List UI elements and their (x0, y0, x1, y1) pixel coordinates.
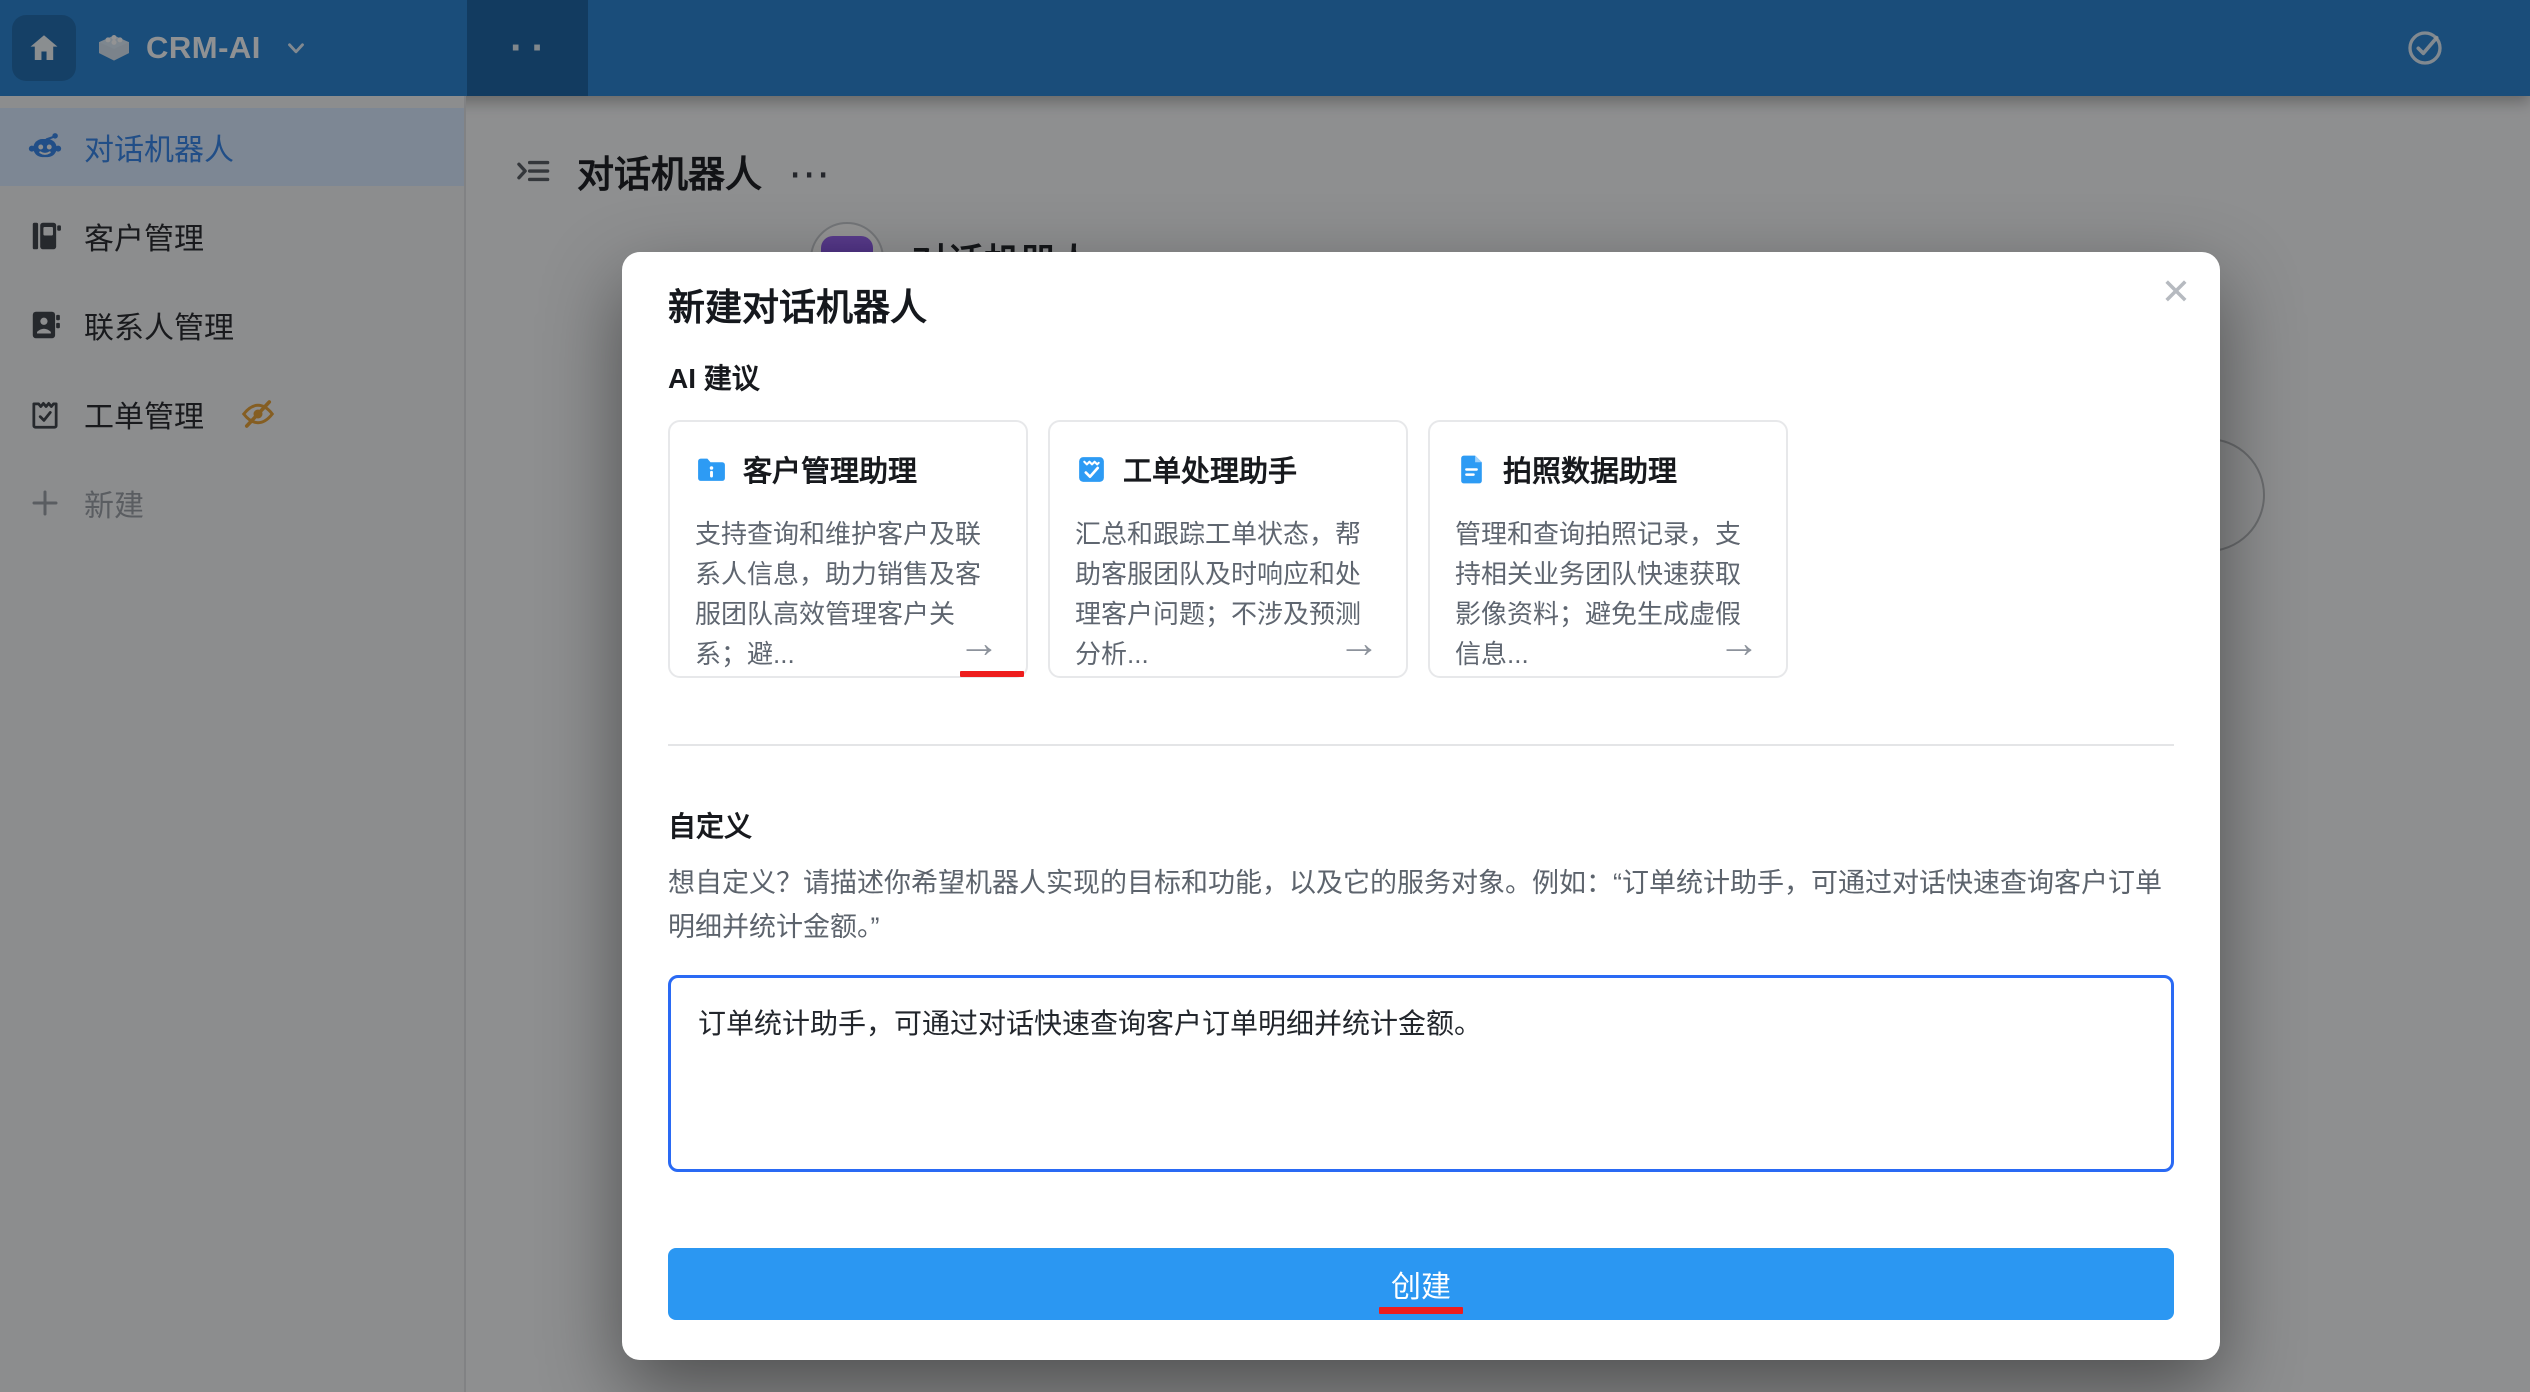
ai-suggestion-cards: 客户管理助理 支持查询和维护客户及联系人信息，助力销售及客服团队高效管理客户关系… (668, 420, 2174, 678)
suggestion-card-photo-data-assistant[interactable]: 拍照数据助理 管理和查询拍照记录，支持相关业务团队快速获取影像资料；避免生成虚假… (1428, 420, 1788, 678)
annotation-red-underline (960, 671, 1024, 677)
document-icon (1455, 453, 1488, 486)
custom-section-description: 想自定义？请描述你希望机器人实现的目标和功能，以及它的服务对象。例如：“订单统计… (668, 868, 2162, 942)
arrow-right-icon[interactable]: → (1338, 622, 1380, 664)
clipboard-check-icon (1075, 453, 1108, 486)
new-chatbot-modal: ✕ 新建对话机器人 AI 建议 客户管理助理 支持查询和维护客户及联系人信息，助… (622, 252, 2220, 1360)
annotation-red-underline (1379, 1307, 1463, 1314)
card-description: 汇总和跟踪工单状态，帮助客服团队及时响应和处理客户问题；不涉及预测分析... (1075, 519, 1362, 669)
create-button-label: 创建 (1391, 1271, 1451, 1304)
bot-description-input[interactable]: 订单统计助手，可通过对话快速查询客户订单明细并统计金额。 (668, 975, 2174, 1172)
card-description: 管理和查询拍照记录，支持相关业务团队快速获取影像资料；避免生成虚假信息... (1455, 519, 1742, 669)
close-icon[interactable]: ✕ (2154, 270, 2198, 314)
card-title: 客户管理助理 (743, 456, 918, 488)
arrow-right-icon[interactable]: → (1718, 622, 1760, 664)
suggestion-card-ticket-assistant[interactable]: 工单处理助手 汇总和跟踪工单状态，帮助客服团队及时响应和处理客户问题；不涉及预测… (1048, 420, 1408, 678)
ai-suggestions-heading: AI 建议 (668, 363, 760, 394)
suggestion-card-customer-assistant[interactable]: 客户管理助理 支持查询和维护客户及联系人信息，助力销售及客服团队高效管理客户关系… (668, 420, 1028, 678)
card-title: 工单处理助手 (1123, 456, 1298, 488)
modal-title: 新建对话机器人 (668, 287, 927, 328)
folder-info-icon (695, 453, 728, 486)
arrow-right-icon[interactable]: → (958, 622, 1000, 664)
card-description: 支持查询和维护客户及联系人信息，助力销售及客服团队高效管理客户关系；避... (695, 519, 982, 669)
section-divider (668, 744, 2174, 746)
card-title: 拍照数据助理 (1503, 456, 1678, 488)
custom-section-heading: 自定义 (668, 811, 753, 842)
app-screen: CRM-AI ·· 对话机器人 客户管理 联系人管理 工单管理 新建 对话机器人… (0, 0, 2530, 1392)
create-button[interactable]: 创建 (668, 1248, 2174, 1320)
